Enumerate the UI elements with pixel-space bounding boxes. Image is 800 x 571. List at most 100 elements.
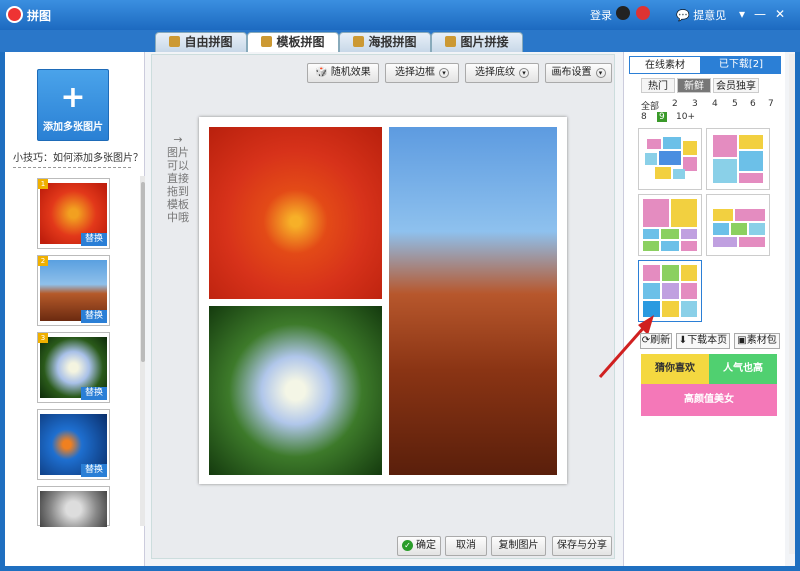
count-all[interactable]: 全部 [641, 99, 659, 112]
template-cell [739, 151, 763, 171]
template-cell [643, 241, 659, 251]
tab-image-stitch[interactable]: 图片拼接 [431, 32, 523, 52]
close-icon[interactable]: ✕ [772, 6, 788, 22]
collage-slot-hydrangea[interactable] [209, 306, 382, 475]
tab-poster-collage[interactable]: 海报拼图 [339, 32, 431, 52]
template-1[interactable] [638, 128, 702, 190]
minimize-icon[interactable]: — [752, 6, 768, 22]
count-7[interactable]: 7 [768, 99, 774, 109]
tab-free-collage[interactable]: 自由拼图 [155, 32, 247, 52]
template-cell [659, 151, 681, 165]
replace-button[interactable]: 替换 [81, 387, 107, 400]
image-thumb-2[interactable]: 2 替换 [37, 255, 110, 326]
title-bar: 拼图 登录 💬 提意见 ▾ — ✕ [0, 0, 800, 30]
template-cell [683, 157, 697, 171]
confirm-button[interactable]: ✓ 确定 [397, 536, 441, 556]
count-10plus[interactable]: 10+ [676, 112, 695, 122]
template-cell [713, 159, 737, 183]
template-cell [643, 283, 660, 299]
template-cell [661, 229, 679, 239]
template-cell [749, 223, 765, 235]
feedback-link[interactable]: 💬 提意见 [676, 7, 726, 23]
select-border-button[interactable]: 选择边框 ▾ [385, 63, 459, 83]
collage-canvas[interactable] [199, 117, 567, 484]
template-cell [735, 209, 765, 221]
template-cell [739, 237, 765, 247]
material-pack-label: 素材包 [746, 335, 777, 346]
replace-button[interactable]: 替换 [81, 464, 107, 477]
template-cell [643, 265, 660, 281]
collage-slot-flower-orange[interactable] [209, 127, 382, 299]
download-page-button[interactable]: ⬇下载本页 [676, 333, 730, 349]
image-thumb-4[interactable]: 替换 [37, 409, 110, 480]
replace-button[interactable]: 替换 [81, 310, 107, 323]
select-texture-button[interactable]: 选择底纹 ▾ [465, 63, 539, 83]
cancel-button[interactable]: 取消 [445, 536, 487, 556]
count-8[interactable]: 8 [641, 112, 647, 122]
tab-label: 自由拼图 [184, 35, 233, 49]
template-cell [673, 169, 685, 179]
canvas-settings-button[interactable]: 画布设置 ▾ [545, 63, 612, 83]
template-4[interactable] [706, 194, 770, 256]
tab-label: 模板拼图 [276, 35, 325, 49]
banner-beauty[interactable]: 高颜值美女 [641, 384, 777, 416]
banner-popular[interactable]: 人气也高 [709, 354, 777, 384]
tab-icon [261, 36, 273, 47]
save-share-button[interactable]: 保存与分享 [552, 536, 612, 556]
image-thumb-1[interactable]: 1 替换 [37, 178, 110, 249]
texture-label: 选择底纹 [475, 67, 515, 78]
random-label: 随机效果 [330, 67, 371, 78]
tab-downloaded[interactable]: 已下载[2] [701, 56, 781, 74]
template-cell [681, 265, 697, 281]
tip-link[interactable]: 小技巧：如何添加多张图片？ [13, 149, 143, 164]
qq-icon[interactable] [616, 6, 630, 20]
banner-guess-you-like[interactable]: 猜你喜欢 [641, 354, 709, 384]
template-2[interactable] [706, 128, 770, 190]
copy-image-button[interactable]: 复制图片 [491, 536, 546, 556]
chip-hot[interactable]: 热门 [641, 78, 675, 93]
random-effect-button[interactable]: 🎲 随机效果 [307, 63, 379, 83]
template-cell [671, 199, 697, 227]
menu-icon[interactable]: ▾ [734, 6, 750, 22]
app-title: 拼图 [27, 9, 52, 23]
count-2[interactable]: 2 [672, 99, 678, 109]
add-images-button[interactable]: + 添加多张图片 [37, 69, 109, 141]
template-cell [739, 135, 763, 149]
weibo-icon[interactable] [636, 6, 650, 20]
template-cell [645, 153, 657, 165]
tab-template-collage[interactable]: 模板拼图 [247, 32, 339, 52]
collage-slot-desert[interactable] [389, 127, 557, 475]
count-9[interactable]: 9 [657, 112, 667, 122]
download-page-label: 下载本页 [687, 335, 728, 346]
count-5[interactable]: 5 [732, 99, 738, 109]
template-3[interactable] [638, 194, 702, 256]
count-4[interactable]: 4 [712, 99, 718, 109]
material-panel: 在线素材 已下载[2] 热门 新鲜 会员独享 全部 2 3 4 5 6 7 8 … [598, 52, 785, 566]
refresh-button[interactable]: ⟳刷新 [640, 333, 672, 349]
template-cell [713, 135, 737, 157]
right-scrollbar[interactable] [789, 54, 795, 554]
main-area: + 添加多张图片 小技巧：如何添加多张图片？ 1 替换 2 替换 3 替换 替换… [5, 52, 795, 566]
replace-button[interactable]: 替换 [81, 233, 107, 246]
count-6[interactable]: 6 [750, 99, 756, 109]
image-thumb-3[interactable]: 3 替换 [37, 332, 110, 403]
app-logo-icon [6, 6, 23, 23]
tab-label: 图片拼接 [460, 35, 509, 49]
chevron-down-icon: ▾ [439, 68, 449, 78]
template-cell [662, 283, 679, 299]
image-thumb-5[interactable] [37, 486, 110, 527]
tab-bar: 自由拼图 模板拼图 海报拼图 图片拼接 [0, 30, 800, 52]
chip-new[interactable]: 新鲜 [677, 78, 711, 93]
refresh-label: 刷新 [650, 335, 671, 346]
confirm-label: 确定 [416, 540, 436, 551]
tab-online-material[interactable]: 在线素材 [629, 56, 701, 74]
chip-vip[interactable]: 会员独享 [713, 78, 759, 93]
thumb-number: 3 [38, 333, 48, 343]
count-3[interactable]: 3 [692, 99, 698, 109]
check-icon: ✓ [402, 540, 413, 551]
left-scrollbar-thumb[interactable] [141, 182, 145, 362]
template-cell [662, 265, 679, 281]
material-pack-button[interactable]: ▣素材包 [734, 333, 780, 349]
template-cell [661, 241, 679, 251]
login-link[interactable]: 登录 [590, 7, 612, 23]
